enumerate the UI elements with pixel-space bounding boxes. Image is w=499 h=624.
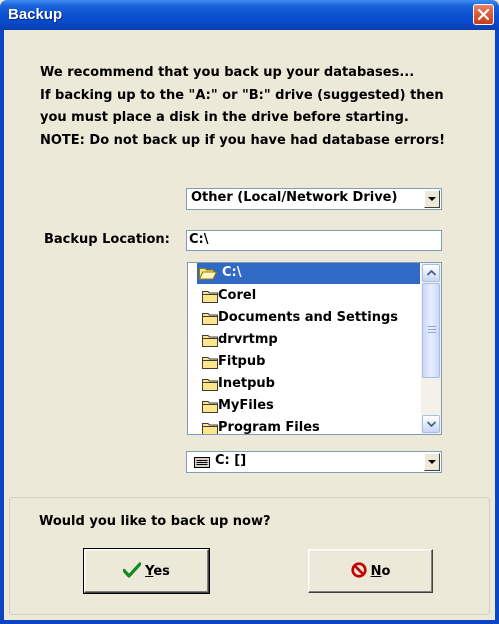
backup-location-input[interactable]: C:\ bbox=[186, 230, 442, 251]
folder-item[interactable]: Fitpub bbox=[188, 352, 420, 373]
folder-label: Program Files bbox=[218, 420, 320, 435]
message-line: you must place a disk in the drive befor… bbox=[40, 110, 409, 125]
folder-label: Corel bbox=[218, 288, 257, 303]
thumb-grip bbox=[428, 329, 436, 330]
no-button-content: No bbox=[309, 562, 432, 579]
title-bar[interactable]: Backup bbox=[0, 0, 499, 30]
folder-item[interactable]: Corel bbox=[188, 286, 420, 307]
dropdown-arrow-button[interactable] bbox=[424, 190, 440, 208]
folder-label: C:\ bbox=[222, 265, 242, 280]
no-label-rest: o bbox=[381, 564, 391, 579]
folder-item-root[interactable]: C:\ bbox=[188, 263, 420, 284]
destination-dropdown[interactable]: Other (Local/Network Drive) bbox=[186, 188, 442, 210]
backup-now-question: Would you like to back up now? bbox=[39, 514, 271, 529]
message-line: If backing up to the "A:" or "B:" drive … bbox=[40, 87, 444, 103]
folder-icon bbox=[202, 379, 218, 391]
drive-icon bbox=[194, 457, 210, 468]
folder-label: Documents and Settings bbox=[218, 310, 399, 325]
window-title: Backup bbox=[8, 6, 63, 23]
folder-icon bbox=[202, 401, 218, 413]
folder-icon bbox=[202, 335, 218, 347]
yes-button-content: Yes bbox=[85, 562, 208, 579]
checkmark-icon bbox=[122, 562, 142, 578]
folder-item[interactable]: Inetpub bbox=[188, 374, 420, 395]
backup-location-label: Backup Location: bbox=[44, 232, 170, 247]
no-button[interactable]: No bbox=[308, 549, 433, 593]
thumb-grip bbox=[428, 332, 436, 333]
scroll-up-button[interactable] bbox=[422, 264, 440, 282]
close-button[interactable] bbox=[473, 4, 494, 25]
folder-list-scrollbar[interactable] bbox=[421, 263, 441, 434]
backup-dialog: Backup We recommend that you back up you… bbox=[0, 0, 499, 624]
scroll-down-button[interactable] bbox=[422, 415, 440, 433]
open-folder-icon bbox=[199, 268, 217, 280]
message-line: NOTE: Do not back up if you have had dat… bbox=[40, 132, 446, 148]
yes-label-rest: es bbox=[153, 564, 170, 579]
scroll-thumb[interactable] bbox=[422, 283, 440, 378]
folder-icon bbox=[202, 313, 218, 325]
folder-list[interactable]: C:\ Corel Documents and Settings drvrtmp… bbox=[187, 262, 442, 435]
folder-icon bbox=[202, 357, 218, 369]
drive-value: C: [] bbox=[215, 453, 247, 468]
folder-icon bbox=[202, 423, 218, 434]
dropdown-arrow-button[interactable] bbox=[424, 453, 440, 471]
yes-button[interactable]: Yes bbox=[83, 548, 210, 594]
no-sign-icon bbox=[350, 562, 367, 578]
window-frame-right bbox=[495, 30, 499, 624]
folder-item[interactable]: Program Files bbox=[188, 418, 420, 435]
no-mnemonic: N bbox=[370, 564, 382, 579]
window-frame-bottom bbox=[0, 620, 499, 624]
folder-item[interactable]: MyFiles bbox=[188, 396, 420, 417]
dropdown-arrow-icon bbox=[428, 197, 436, 201]
destination-value: Other (Local/Network Drive) bbox=[191, 190, 398, 205]
drive-dropdown[interactable]: C: [] bbox=[186, 451, 442, 473]
folder-label: drvrtmp bbox=[218, 332, 278, 347]
scroll-up-icon bbox=[427, 270, 436, 276]
folder-item[interactable]: drvrtmp bbox=[188, 330, 420, 351]
dropdown-arrow-icon bbox=[428, 460, 436, 464]
window-frame-left bbox=[0, 30, 4, 624]
thumb-grip bbox=[428, 326, 436, 327]
folder-icon bbox=[202, 291, 218, 303]
scroll-down-icon bbox=[427, 421, 436, 427]
folder-item[interactable]: Documents and Settings bbox=[188, 308, 420, 329]
recommendation-message: We recommend that you back up your datab… bbox=[40, 62, 490, 152]
folder-label: Inetpub bbox=[218, 376, 275, 391]
message-line: We recommend that you back up your datab… bbox=[40, 65, 415, 80]
folder-label: MyFiles bbox=[218, 398, 274, 413]
folder-label: Fitpub bbox=[218, 354, 266, 369]
close-icon bbox=[477, 8, 490, 21]
